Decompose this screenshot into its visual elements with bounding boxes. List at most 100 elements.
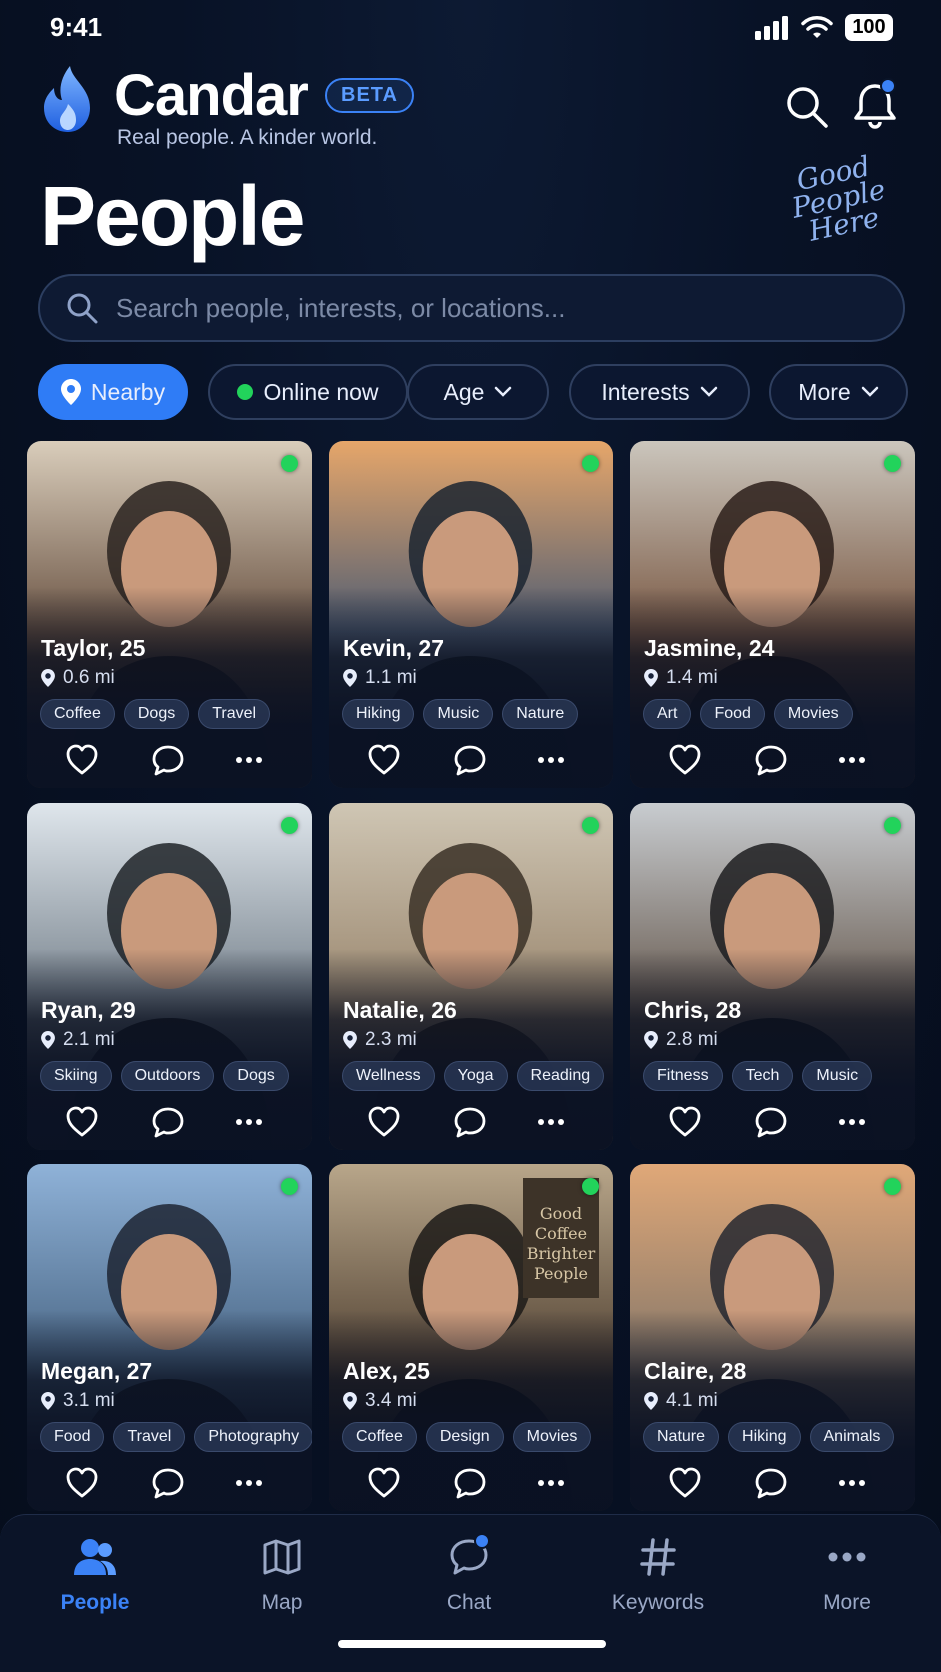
heart-icon[interactable] bbox=[367, 743, 401, 777]
person-card[interactable]: Ryan, 29 2.1 mi Skiing Outdoors Dogs bbox=[27, 803, 312, 1150]
interest-tag[interactable]: Wellness bbox=[342, 1061, 435, 1091]
flame-logo-icon bbox=[44, 66, 90, 132]
distance-text: 3.1 mi bbox=[63, 1390, 115, 1411]
message-icon[interactable] bbox=[453, 1466, 487, 1500]
interest-tag[interactable]: Travel bbox=[113, 1422, 186, 1452]
interest-tag[interactable]: Design bbox=[425, 1422, 504, 1452]
interest-tag[interactable]: Hiking bbox=[342, 699, 415, 729]
distance-text: 1.4 mi bbox=[666, 667, 718, 688]
search-input[interactable] bbox=[116, 292, 876, 324]
interest-tag[interactable]: Animals bbox=[809, 1422, 895, 1452]
message-icon[interactable] bbox=[754, 743, 788, 777]
signal-icon bbox=[755, 15, 788, 40]
interest-tag[interactable]: Food bbox=[700, 699, 765, 729]
message-icon[interactable] bbox=[151, 1105, 185, 1139]
hashtag-icon bbox=[640, 1538, 676, 1576]
person-name: Jasmine, 24 bbox=[644, 635, 775, 661]
interest-tag[interactable]: Fitness bbox=[643, 1061, 723, 1091]
distance-text: 2.8 mi bbox=[666, 1029, 718, 1050]
interest-tag[interactable]: Outdoors bbox=[120, 1061, 215, 1091]
notifications-button[interactable] bbox=[850, 78, 900, 130]
heart-icon[interactable] bbox=[668, 1466, 702, 1500]
interest-tag[interactable]: Coffee bbox=[342, 1422, 417, 1452]
interest-tag[interactable]: Skiing bbox=[40, 1061, 112, 1091]
more-options-icon[interactable] bbox=[534, 1466, 568, 1500]
person-name: Alex, 25 bbox=[343, 1358, 430, 1384]
interest-tag[interactable]: Hiking bbox=[728, 1422, 801, 1452]
interest-tag[interactable]: Travel bbox=[198, 699, 271, 729]
interest-tag[interactable]: Tech bbox=[731, 1061, 794, 1091]
location-pin-icon bbox=[41, 1392, 55, 1410]
interest-tag[interactable]: Nature bbox=[643, 1422, 720, 1452]
interest-tags: Coffee Design Movies bbox=[342, 1422, 592, 1452]
interest-tag[interactable]: Nature bbox=[502, 699, 579, 729]
interest-tag[interactable]: Food bbox=[40, 1422, 105, 1452]
person-distance: 2.3 mi bbox=[343, 1029, 417, 1051]
tab-more[interactable]: More bbox=[772, 1533, 922, 1615]
heart-icon[interactable] bbox=[65, 743, 99, 777]
person-card[interactable]: Good Coffee Brighter People Alex, 25 3.4 m… bbox=[329, 1164, 613, 1511]
interest-tag[interactable]: Dogs bbox=[223, 1061, 289, 1091]
more-options-icon[interactable] bbox=[835, 1105, 869, 1139]
heart-icon[interactable] bbox=[367, 1105, 401, 1139]
heart-icon[interactable] bbox=[367, 1466, 401, 1500]
person-card[interactable]: Kevin, 27 1.1 mi Hiking Music Nature bbox=[329, 441, 613, 788]
person-card[interactable]: Claire, 28 4.1 mi Nature Hiking Animals bbox=[630, 1164, 915, 1511]
interest-tag[interactable]: Movies bbox=[773, 699, 853, 729]
heart-icon[interactable] bbox=[65, 1466, 99, 1500]
more-options-icon[interactable] bbox=[534, 743, 568, 777]
more-options-icon[interactable] bbox=[835, 1466, 869, 1500]
status-time: 9:41 bbox=[50, 12, 103, 42]
interest-tags: Fitness Tech Music bbox=[643, 1061, 873, 1091]
more-options-icon[interactable] bbox=[835, 743, 869, 777]
interest-tag[interactable]: Yoga bbox=[443, 1061, 508, 1091]
interest-tag[interactable]: Dogs bbox=[123, 699, 190, 729]
interest-tag[interactable]: Reading bbox=[516, 1061, 605, 1091]
message-icon[interactable] bbox=[754, 1466, 788, 1500]
tab-chat[interactable]: Chat bbox=[394, 1533, 544, 1615]
tab-people[interactable]: People bbox=[20, 1533, 170, 1615]
message-icon[interactable] bbox=[453, 743, 487, 777]
message-icon[interactable] bbox=[754, 1105, 788, 1139]
filter-label: Online now bbox=[263, 378, 379, 405]
chevron-down-icon bbox=[700, 386, 717, 397]
tab-keywords[interactable]: Keywords bbox=[583, 1533, 733, 1615]
distance-text: 3.4 mi bbox=[365, 1390, 417, 1411]
interest-tag[interactable]: Art bbox=[643, 699, 692, 729]
message-icon[interactable] bbox=[453, 1105, 487, 1139]
heart-icon[interactable] bbox=[668, 1105, 702, 1139]
heart-icon[interactable] bbox=[668, 743, 702, 777]
person-distance: 0.6 mi bbox=[41, 667, 115, 689]
search-icon[interactable] bbox=[784, 84, 830, 130]
person-name: Megan, 27 bbox=[41, 1358, 153, 1384]
interest-tag[interactable]: Coffee bbox=[40, 699, 115, 729]
person-card[interactable]: Taylor, 25 0.6 mi Coffee Dogs Travel bbox=[27, 441, 312, 788]
person-card[interactable]: Natalie, 26 2.3 mi Wellness Yoga Reading bbox=[329, 803, 613, 1150]
filter-more[interactable]: More bbox=[769, 364, 908, 420]
search-bar[interactable] bbox=[38, 274, 905, 342]
more-options-icon[interactable] bbox=[232, 1466, 266, 1500]
interest-tag[interactable]: Music bbox=[802, 1061, 873, 1091]
person-card[interactable]: Chris, 28 2.8 mi Fitness Tech Music bbox=[630, 803, 915, 1150]
filter-interests[interactable]: Interests bbox=[569, 364, 750, 420]
more-options-icon[interactable] bbox=[232, 1105, 266, 1139]
tab-map[interactable]: Map bbox=[207, 1533, 357, 1615]
interest-tag[interactable]: Photography bbox=[194, 1422, 312, 1452]
message-icon[interactable] bbox=[151, 743, 185, 777]
interest-tag[interactable]: Movies bbox=[512, 1422, 592, 1452]
location-pin-icon bbox=[644, 1031, 658, 1049]
filter-nearby[interactable]: Nearby bbox=[38, 364, 188, 420]
person-card[interactable]: Jasmine, 24 1.4 mi Art Food Movies bbox=[630, 441, 915, 788]
interest-tags: Food Travel Photography bbox=[40, 1422, 312, 1452]
map-icon bbox=[263, 1539, 301, 1575]
interest-tag[interactable]: Music bbox=[423, 699, 494, 729]
filter-online-now[interactable]: Online now bbox=[208, 364, 408, 420]
person-card[interactable]: Megan, 27 3.1 mi Food Travel Photography bbox=[27, 1164, 312, 1511]
heart-icon[interactable] bbox=[65, 1105, 99, 1139]
tab-label: More bbox=[823, 1591, 871, 1614]
filter-age[interactable]: Age bbox=[407, 364, 549, 420]
more-options-icon[interactable] bbox=[534, 1105, 568, 1139]
more-icon bbox=[828, 1552, 866, 1562]
message-icon[interactable] bbox=[151, 1466, 185, 1500]
more-options-icon[interactable] bbox=[232, 743, 266, 777]
